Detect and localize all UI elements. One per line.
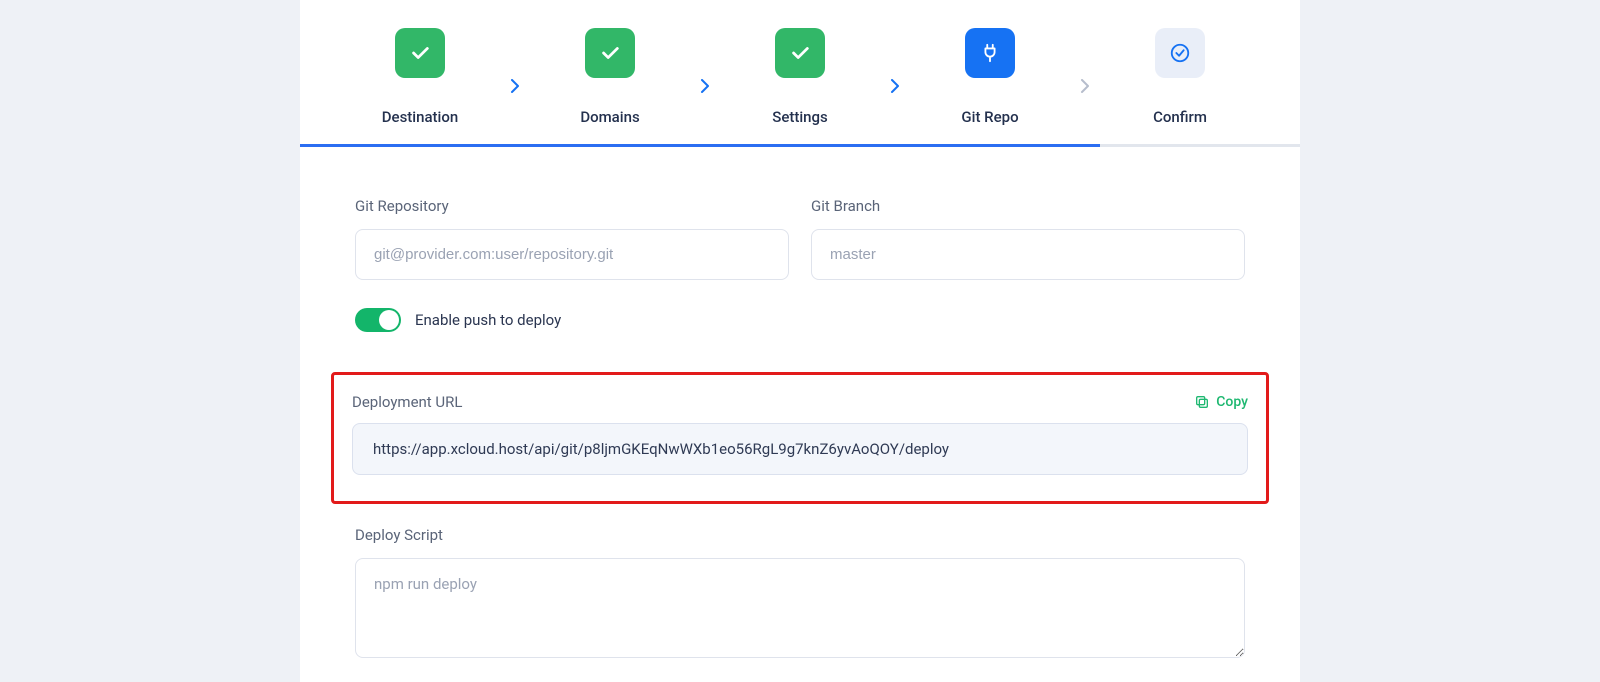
step-label: Settings	[772, 108, 828, 126]
step-label: Domains	[580, 108, 639, 126]
deployment-url-label: Deployment URL	[352, 393, 462, 411]
chevron-right-icon	[510, 79, 520, 93]
deploy-script-section: Deploy Script	[355, 526, 1245, 662]
copy-button[interactable]: Copy	[1194, 394, 1248, 410]
form-body: Git Repository Git Branch Enable push to…	[300, 147, 1300, 662]
step-label: Confirm	[1153, 108, 1207, 126]
git-repository-field: Git Repository	[355, 197, 789, 280]
step-git-repo[interactable]: Git Repo	[900, 28, 1080, 126]
push-to-deploy-label: Enable push to deploy	[415, 311, 561, 329]
stepper-progress-underline	[300, 144, 1300, 147]
step-destination[interactable]: Destination	[330, 28, 510, 126]
push-to-deploy-row: Enable push to deploy	[355, 308, 1245, 332]
step-settings[interactable]: Settings	[710, 28, 890, 126]
deployment-url-value[interactable]: https://app.xcloud.host/api/git/p8ljmGKE…	[352, 423, 1248, 475]
deployment-wizard-card: Destination Domains Settings	[300, 0, 1300, 682]
check-icon	[395, 28, 445, 78]
deployment-url-header: Deployment URL Copy	[352, 393, 1248, 411]
step-label: Destination	[382, 108, 458, 126]
repo-branch-row: Git Repository Git Branch	[355, 197, 1245, 280]
chevron-right-icon	[890, 79, 900, 93]
deploy-script-label: Deploy Script	[355, 526, 1245, 544]
check-circle-icon	[1155, 28, 1205, 78]
step-domains[interactable]: Domains	[520, 28, 700, 126]
git-branch-label: Git Branch	[811, 197, 1245, 215]
check-icon	[585, 28, 635, 78]
toggle-knob	[379, 310, 399, 330]
copy-icon	[1194, 394, 1210, 410]
plug-icon	[965, 28, 1015, 78]
deploy-script-textarea[interactable]	[355, 558, 1245, 658]
check-icon	[775, 28, 825, 78]
push-to-deploy-toggle[interactable]	[355, 308, 401, 332]
git-repository-label: Git Repository	[355, 197, 789, 215]
chevron-right-icon	[1080, 79, 1090, 93]
git-branch-field: Git Branch	[811, 197, 1245, 280]
git-branch-input[interactable]	[811, 229, 1245, 280]
chevron-right-icon	[700, 79, 710, 93]
copy-button-label: Copy	[1216, 394, 1248, 410]
git-repository-input[interactable]	[355, 229, 789, 280]
wizard-stepper: Destination Domains Settings	[300, 0, 1300, 144]
deployment-url-highlight: Deployment URL Copy https://app.xcloud.h…	[331, 372, 1269, 504]
step-label: Git Repo	[961, 108, 1018, 126]
step-confirm[interactable]: Confirm	[1090, 28, 1270, 126]
